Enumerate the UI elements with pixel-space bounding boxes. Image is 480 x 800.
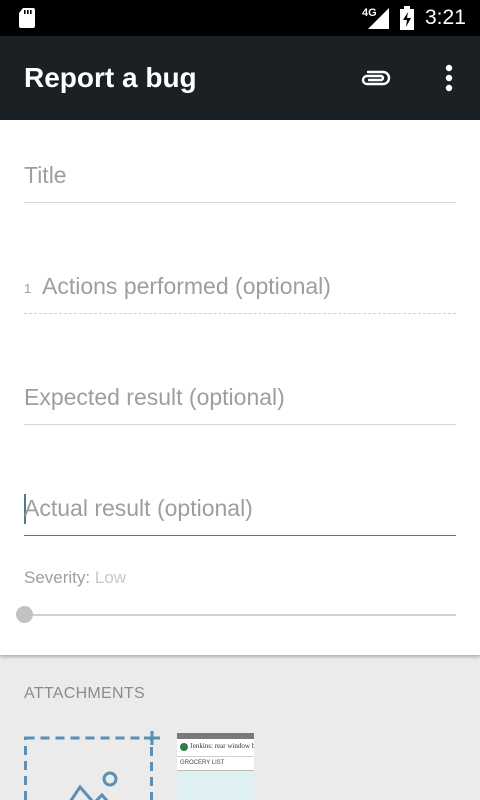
- actual-result-field[interactable]: Actual result (optional): [24, 476, 456, 536]
- attachment-thumbnail[interactable]: Jenkins: rear window bug? N GROCERY LIST: [177, 733, 254, 800]
- slider-track: [24, 614, 456, 616]
- attachments-heading: ATTACHMENTS: [24, 685, 145, 702]
- app-bar: Report a bug: [0, 36, 480, 120]
- attach-button[interactable]: [354, 58, 396, 98]
- add-image-icon: [24, 731, 160, 800]
- expected-result-field[interactable]: Expected result (optional): [24, 365, 456, 425]
- thumbnail-subtitle: GROCERY LIST: [180, 760, 225, 766]
- actions-placeholder: Actions performed (optional): [42, 273, 331, 299]
- title-field[interactable]: Title: [24, 143, 456, 203]
- expected-placeholder: Expected result (optional): [24, 384, 285, 410]
- thumbnail-title: Jenkins: rear window bug? N: [190, 742, 254, 750]
- title-underline: [24, 202, 456, 203]
- more-vert-icon: [445, 64, 453, 92]
- add-attachment-button[interactable]: [24, 731, 160, 800]
- actions-performed-field[interactable]: 1 Actions performed (optional): [24, 254, 456, 314]
- sd-card-icon: [19, 8, 35, 28]
- severity-label: Severity:: [24, 568, 91, 587]
- bug-report-form: Title 1 Actions performed (optional) Exp…: [0, 120, 480, 655]
- actions-underline: [24, 313, 456, 314]
- signal-icon: [368, 8, 389, 29]
- title-placeholder: Title: [24, 162, 67, 188]
- battery-charging-icon: [400, 6, 414, 30]
- status-bar: 4G 3:21: [0, 0, 480, 36]
- actual-placeholder: Actual result (optional): [24, 495, 253, 521]
- expected-underline: [24, 424, 456, 425]
- page-title: Report a bug: [24, 62, 197, 93]
- actual-underline: [24, 535, 456, 536]
- thumbnail-subheader: GROCERY LIST: [177, 757, 254, 771]
- severity-row: Severity: Low: [24, 568, 126, 588]
- step-number: 1: [24, 281, 32, 296]
- attachments-section: ATTACHMENTS Jenkins: rear window bug? N …: [0, 655, 480, 800]
- status-clock: 3:21: [425, 6, 466, 29]
- severity-slider[interactable]: [16, 604, 464, 626]
- thumbnail-app-icon: [180, 743, 188, 751]
- thumbnail-header: Jenkins: rear window bug? N: [177, 739, 254, 757]
- slider-thumb[interactable]: [16, 606, 33, 623]
- severity-value: Low: [94, 568, 127, 587]
- overflow-menu-button[interactable]: [432, 58, 466, 98]
- attach-icon: [361, 70, 391, 86]
